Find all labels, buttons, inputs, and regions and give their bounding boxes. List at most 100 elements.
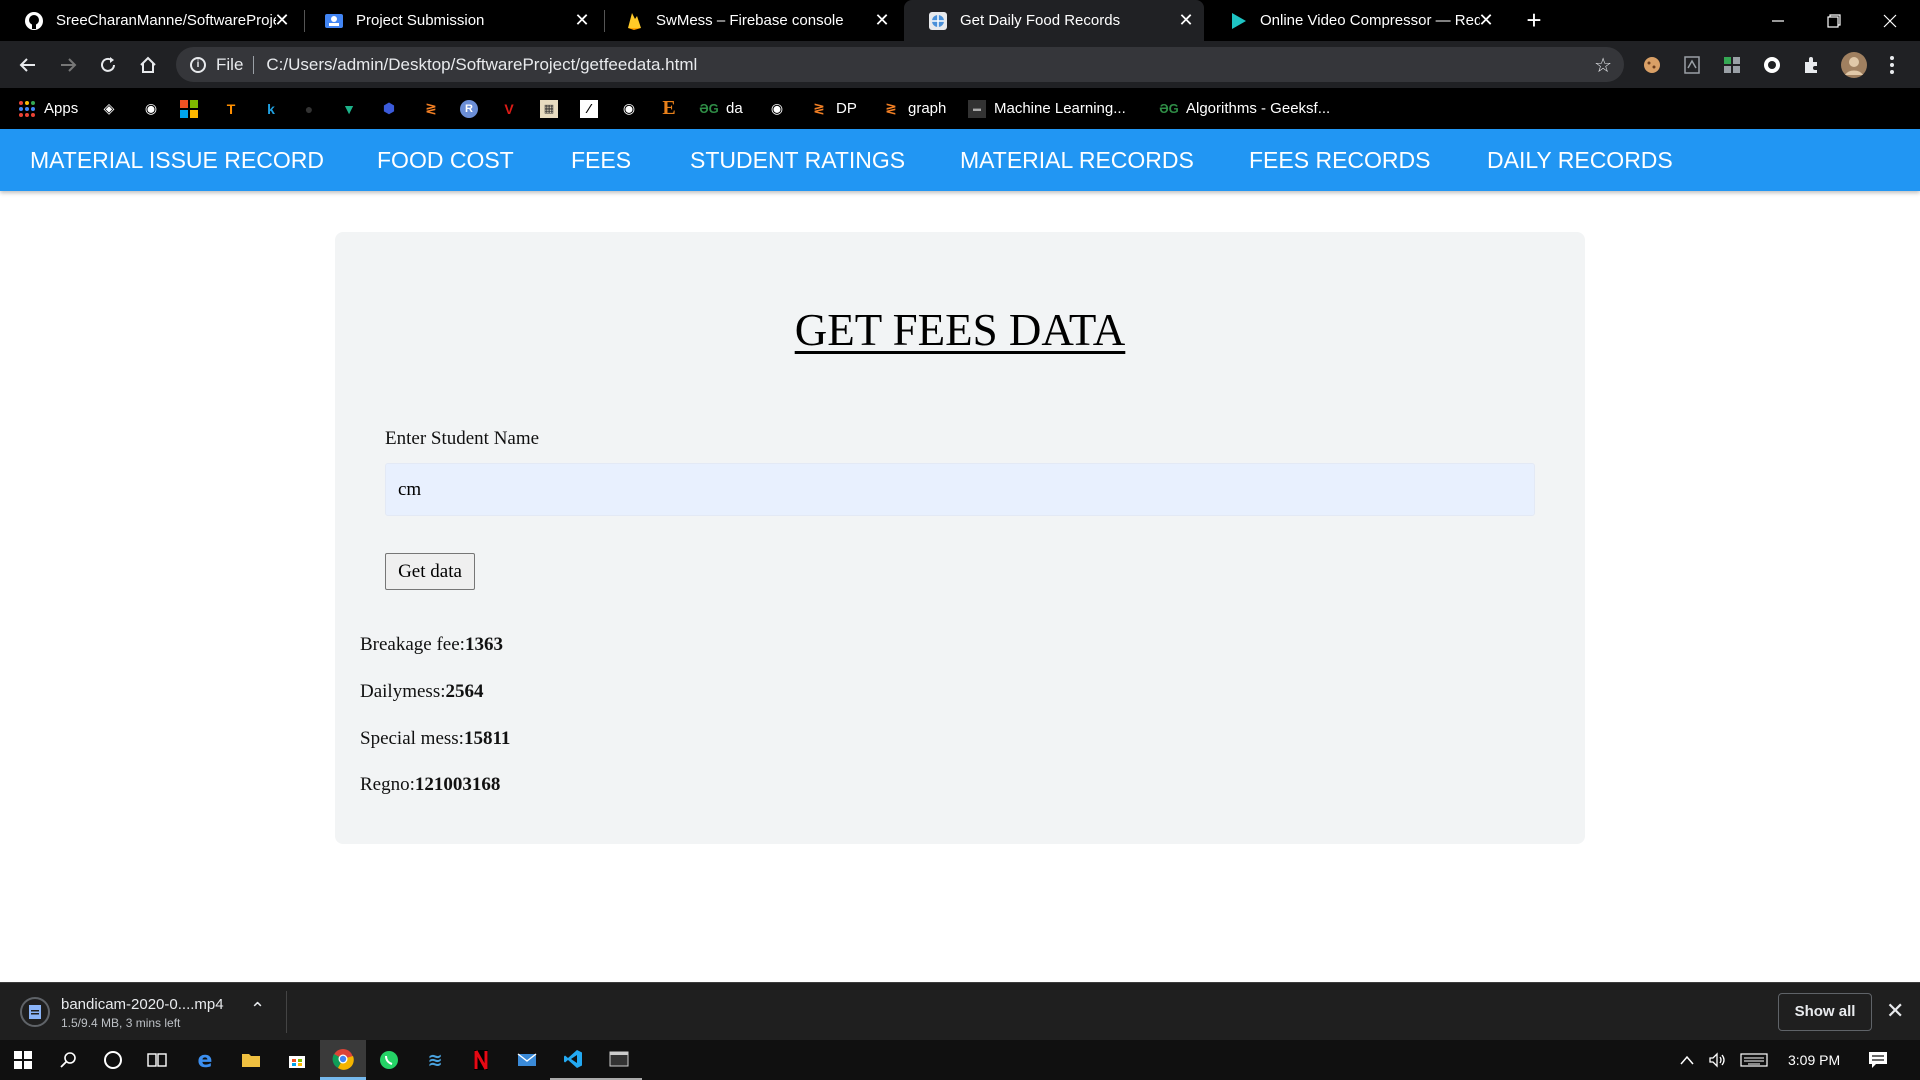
bookmark-1[interactable]: ◈	[100, 88, 126, 129]
bookmark-dp[interactable]: ≷ DP	[810, 88, 857, 129]
result-value: 1363	[464, 634, 503, 655]
restore-button[interactable]	[1806, 0, 1862, 41]
profile-avatar-icon[interactable]	[1840, 51, 1868, 79]
file-explorer-icon[interactable]	[228, 1040, 274, 1080]
bookmark-6[interactable]: ●	[300, 88, 326, 129]
info-icon[interactable]: i	[190, 56, 206, 73]
chrome-taskbar-icon[interactable]	[320, 1040, 366, 1080]
vscode-icon[interactable]	[550, 1040, 596, 1080]
tab-video-compressor[interactable]: Online Video Compressor — Red ✕	[1204, 0, 1504, 41]
netflix-icon[interactable]	[458, 1040, 504, 1080]
home-icon	[140, 56, 156, 73]
play-icon	[1228, 11, 1248, 31]
volume-icon[interactable]	[1708, 1040, 1728, 1080]
nav-fees-records[interactable]: FEES RECORDS	[1249, 129, 1430, 191]
url-text[interactable]: C:/Users/admin/Desktop/SoftwareProject/g…	[266, 55, 697, 75]
app-icon-blue[interactable]: ≋	[412, 1040, 458, 1080]
bookmark-apps[interactable]: Apps	[18, 88, 78, 129]
mail-icon[interactable]	[504, 1040, 550, 1080]
forward-button[interactable]	[52, 49, 84, 81]
close-icon[interactable]: ✕	[572, 10, 592, 30]
bookmark-3[interactable]	[180, 88, 206, 129]
notifications-icon[interactable]	[1868, 1040, 1888, 1080]
close-icon[interactable]: ✕	[1176, 10, 1196, 30]
cortana-icon[interactable]	[90, 1040, 136, 1080]
circle-extension-icon[interactable]	[1760, 53, 1784, 77]
bookmark-8[interactable]: ⬢	[380, 88, 406, 129]
bookmark-4[interactable]: T	[222, 88, 248, 129]
bookmark-label: Machine Learning...	[994, 100, 1126, 117]
pdf-extension-icon[interactable]	[1680, 53, 1704, 77]
result-value: 121003168	[414, 774, 501, 795]
url-scheme: File	[216, 54, 244, 74]
bookmark-14[interactable]: ◉	[620, 88, 646, 129]
extensions-puzzle-icon[interactable]	[1800, 53, 1824, 77]
minimize-button[interactable]	[1750, 0, 1806, 41]
bookmark-13[interactable]: ⁄	[580, 88, 606, 129]
nav-material-records[interactable]: MATERIAL RECORDS	[960, 129, 1194, 191]
whatsapp-icon[interactable]	[366, 1040, 412, 1080]
tab-title: Get Daily Food Records	[960, 12, 1121, 29]
keyboard-icon[interactable]	[1740, 1040, 1768, 1080]
window-close-button[interactable]	[1862, 0, 1918, 41]
bookmark-10[interactable]: R	[460, 88, 486, 129]
bookmark-star-icon[interactable]: ☆	[1594, 53, 1612, 78]
bookmark-5[interactable]: k	[262, 88, 288, 129]
task-view-icon[interactable]	[134, 1040, 180, 1080]
windows-start-icon[interactable]	[0, 1040, 46, 1080]
bookmark-2[interactable]: ◉	[142, 88, 168, 129]
get-data-button[interactable]: Get data	[385, 553, 475, 590]
tab-github[interactable]: SreeCharanManne/SoftwareProje ✕	[0, 0, 300, 41]
menu-kebab-icon[interactable]	[1880, 53, 1904, 77]
tab-firebase[interactable]: SwMess – Firebase console ✕	[600, 0, 900, 41]
address-bar[interactable]: i File C:/Users/admin/Desktop/SoftwarePr…	[176, 47, 1624, 82]
tab-get-daily-food-records[interactable]: Get Daily Food Records ✕	[904, 0, 1204, 41]
result-label: Regno:	[360, 774, 415, 795]
bookmark-graph[interactable]: ≷ graph	[882, 88, 946, 129]
close-icon[interactable]: ✕	[272, 10, 292, 30]
bookmark-7[interactable]: ▼	[340, 88, 366, 129]
reload-button[interactable]	[92, 49, 124, 81]
result-label: Special mess:	[360, 728, 464, 749]
nav-food-cost[interactable]: FOOD COST	[377, 129, 514, 191]
download-status: 1.5/9.4 MB, 3 mins left	[61, 1016, 181, 1030]
download-file-icon[interactable]	[20, 997, 50, 1027]
bookmark-da[interactable]: ƏG da	[699, 88, 742, 129]
nav-fees[interactable]: FEES	[571, 129, 631, 191]
bookmark-label: graph	[908, 100, 947, 117]
r-icon: R	[460, 99, 478, 118]
show-all-button[interactable]: Show all	[1778, 993, 1872, 1031]
tab-project-submission[interactable]: Project Submission ✕	[300, 0, 600, 41]
new-tab-button[interactable]: +	[1520, 6, 1548, 34]
close-icon[interactable]: ✕	[1476, 10, 1496, 30]
store-icon[interactable]	[274, 1040, 320, 1080]
download-filename[interactable]: bandicam-2020-0....mp4	[61, 996, 224, 1013]
nav-daily-records[interactable]: DAILY RECORDS	[1487, 129, 1673, 191]
home-button[interactable]	[132, 49, 164, 81]
terminal-icon[interactable]	[596, 1040, 642, 1080]
close-icon[interactable]: ✕	[872, 10, 892, 30]
student-name-input[interactable]	[385, 463, 1535, 516]
search-icon[interactable]	[46, 1040, 92, 1080]
bookmark-11[interactable]: V	[500, 88, 526, 129]
bookmark-machine-learning[interactable]: ▬ Machine Learning...	[968, 88, 1126, 129]
bookmark-17[interactable]: ◉	[768, 88, 794, 129]
back-button[interactable]	[12, 49, 44, 81]
tray-chevron-up-icon[interactable]	[1680, 1040, 1694, 1080]
nav-student-ratings[interactable]: STUDENT RATINGS	[690, 129, 905, 191]
nav-material-issue-record[interactable]: MATERIAL ISSUE RECORD	[30, 129, 324, 191]
clock-time[interactable]: 3:09 PM	[1788, 1040, 1840, 1080]
bookmark-12[interactable]: ▦	[540, 88, 566, 129]
bookmark-icon-1: ◈	[103, 100, 115, 116]
url-divider	[253, 55, 255, 74]
cookie-extension-icon[interactable]	[1640, 53, 1664, 77]
puzzle-grid-extension-icon[interactable]	[1720, 53, 1744, 77]
edge-icon[interactable]: e	[182, 1040, 228, 1080]
bookmark-algorithms[interactable]: ƏG Algorithms - Geeksf...	[1159, 88, 1331, 129]
bookmark-9[interactable]: ≷	[422, 88, 448, 129]
stackoverflow-icon-2: ≷	[885, 100, 897, 116]
chevron-up-icon[interactable]: ⌃	[250, 999, 265, 1020]
bookmark-15[interactable]: E	[660, 88, 686, 129]
close-icon[interactable]: ✕	[1886, 998, 1904, 1024]
bookmark-label: Algorithms - Geeksf...	[1186, 100, 1331, 117]
